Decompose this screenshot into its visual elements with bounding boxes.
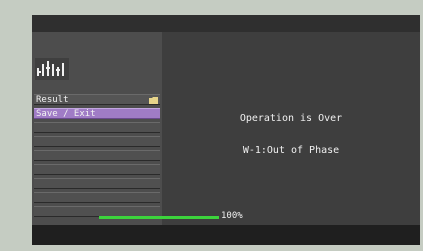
- menu-item-empty[interactable]: [34, 136, 160, 147]
- progress-label: 100%: [221, 211, 243, 221]
- main-panel: Operation is Over W-1:Out of Phase: [162, 32, 420, 225]
- bottom-bar: [32, 225, 420, 245]
- menu-item-save-exit[interactable]: Save / Exit: [34, 108, 160, 119]
- waveform-logo-icon: [35, 58, 69, 80]
- status-text: Operation is Over: [239, 113, 343, 124]
- progress-track: [99, 216, 219, 219]
- sidebar: Result Save / Exit: [32, 32, 162, 225]
- device-screen: Result Save / Exit Operation is Over W-1…: [32, 15, 420, 245]
- menu-list: Result Save / Exit: [34, 94, 160, 220]
- menu-item-empty[interactable]: [34, 122, 160, 133]
- progress-fill: [99, 216, 219, 219]
- menu-item-empty[interactable]: [34, 192, 160, 203]
- menu-item-label: Save / Exit: [36, 109, 96, 119]
- top-bar: [32, 15, 420, 32]
- result-message: W-1:Out of Phase: [242, 145, 340, 156]
- folder-icon: [149, 97, 158, 104]
- progress-bar: 100%: [99, 211, 259, 223]
- menu-item-result[interactable]: Result: [34, 94, 160, 105]
- menu-item-label: Result: [36, 95, 69, 105]
- menu-item-empty[interactable]: [34, 150, 160, 161]
- menu-item-empty[interactable]: [34, 178, 160, 189]
- menu-item-empty[interactable]: [34, 164, 160, 175]
